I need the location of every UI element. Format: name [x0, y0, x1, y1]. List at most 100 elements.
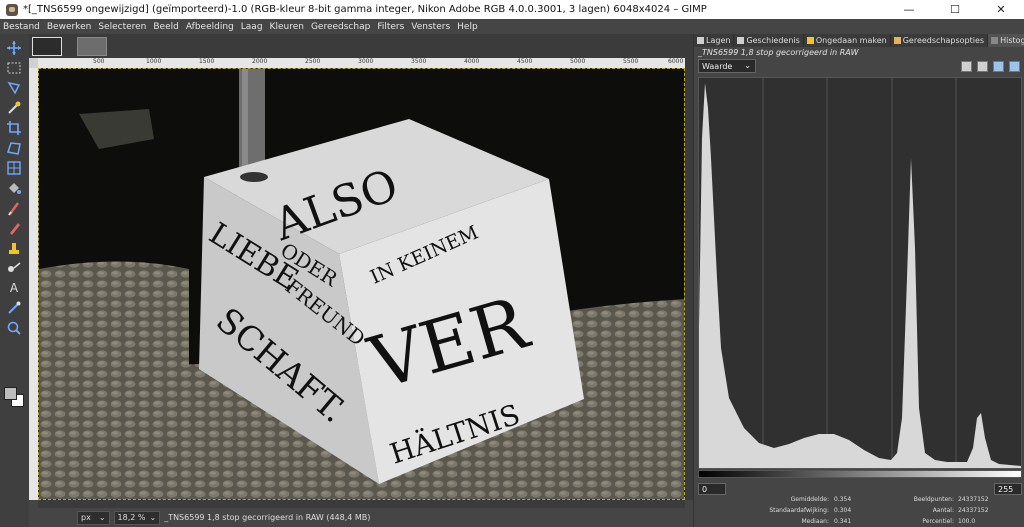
ruler-label: 6000 — [668, 58, 684, 65]
status-bar: px ⌄ 18,2 % ⌄ _TNS6599 1,8 stop gecorrigee… — [29, 508, 693, 527]
image-tab-thumbnail-1[interactable] — [32, 37, 62, 56]
window-titlebar: *[_TNS6599 ongewijzigd] (geïmporteerd)-1… — [0, 0, 1024, 19]
percentile-value: 100.0 — [958, 518, 976, 525]
layers-icon — [697, 37, 704, 44]
tab-label: Ongedaan maken — [815, 36, 887, 45]
eraser-icon[interactable] — [5, 220, 23, 236]
menu-beeld[interactable]: Beeld — [153, 22, 178, 32]
tab-history[interactable]: Geschiedenis — [734, 34, 804, 47]
percentile-label: Percentiel: — [922, 518, 954, 525]
warp-transform-icon[interactable] — [5, 160, 23, 176]
tab-histogram[interactable]: Histogram — [988, 34, 1024, 47]
channel-value: Waarde — [702, 61, 733, 71]
tab-label: Gereedschapsopties — [902, 36, 985, 45]
foreground-color-swatch[interactable] — [4, 387, 17, 400]
menu-selecteren[interactable]: Selecteren — [98, 22, 146, 32]
range-start-value: 0 — [702, 484, 708, 494]
pixels-label: Beeldpunten: — [913, 496, 954, 503]
status-message: _TNS6599 1,8 stop gecorrigeerd in RAW (4… — [164, 513, 371, 522]
range-end-field[interactable]: 255 — [994, 483, 1022, 495]
vertical-ruler[interactable] — [29, 68, 38, 500]
horizontal-scrollbar[interactable] — [38, 500, 685, 508]
menu-help[interactable]: Help — [457, 22, 478, 32]
menu-bewerken[interactable]: Bewerken — [47, 22, 91, 32]
linear-histogram-icon[interactable] — [993, 61, 1004, 72]
channel-select[interactable]: Waarde ⌄ — [698, 59, 756, 73]
image-tab-thumbnail-2[interactable] — [77, 37, 107, 56]
smudge-icon[interactable] — [5, 260, 23, 276]
history-icon — [737, 37, 745, 44]
bucket-fill-icon[interactable] — [5, 180, 23, 196]
histogram-icon — [991, 37, 999, 44]
move-tool-icon[interactable] — [5, 40, 23, 56]
mean-label: Gemiddelde: — [790, 496, 829, 503]
unit-value: px — [81, 513, 91, 522]
tab-label: Histogram — [1000, 36, 1024, 45]
menu-vensters[interactable]: Vensters — [411, 22, 450, 32]
zoom-tool-icon[interactable] — [5, 320, 23, 336]
horizontal-ruler[interactable]: 500 1000 1500 2000 2500 3000 3500 4000 4… — [38, 58, 685, 68]
paintbrush-icon[interactable] — [5, 200, 23, 216]
range-end-value: 255 — [998, 484, 1014, 494]
histogram-graph[interactable] — [698, 77, 1022, 469]
ruler-label: 4500 — [517, 58, 533, 65]
toolbox: A — [0, 34, 29, 527]
ruler-label: 2500 — [305, 58, 321, 65]
ruler-corner[interactable] — [29, 58, 38, 68]
chevron-down-icon: ⌄ — [744, 61, 751, 70]
mean-value: 0.354 — [834, 496, 852, 503]
chevron-down-icon: ⌄ — [149, 513, 157, 522]
histogram-stats: Gemiddelde: 0.354 Standaardafwijking: 0.… — [694, 496, 1024, 526]
rect-select-icon[interactable] — [5, 60, 23, 76]
menu-kleuren[interactable]: Kleuren — [270, 22, 304, 32]
clone-stamp-icon[interactable] — [5, 240, 23, 256]
ruler-label: 2000 — [252, 58, 268, 65]
chevron-down-icon: ⌄ — [98, 513, 106, 522]
zoom-value: 18,2 % — [117, 513, 146, 522]
menu-filters[interactable]: Filters — [377, 22, 404, 32]
menu-gereedschap[interactable]: Gereedschap — [311, 22, 370, 32]
color-picker-icon[interactable] — [5, 300, 23, 316]
close-button[interactable]: ✕ — [978, 0, 1024, 19]
fuzzy-select-icon[interactable] — [5, 100, 23, 116]
median-label: Mediaan: — [801, 518, 829, 525]
menu-bestand[interactable]: Bestand — [3, 22, 40, 32]
image-canvas[interactable]: ALSO LIEBE ODER FREUND SCHAFT. IN KEINEM… — [38, 68, 685, 500]
zoom-select[interactable]: 18,2 % ⌄ — [113, 510, 161, 525]
maximize-button[interactable]: ☐ — [932, 0, 978, 19]
count-value: 24337152 — [958, 507, 989, 514]
tab-undo[interactable]: Ongedaan maken — [804, 34, 891, 47]
unified-transform-icon[interactable] — [5, 140, 23, 156]
menu-bar: Bestand Bewerken Selecteren Beeld Afbeel… — [0, 19, 1024, 34]
active-layer-name: _TNS6599 1,8 stop gecorrigeerd in RAW — [698, 48, 859, 57]
range-row: 0 255 — [698, 483, 1022, 497]
tab-tool-options[interactable]: Gereedschapsopties — [891, 34, 989, 47]
median-value: 0.341 — [834, 518, 852, 525]
crop-tool-icon[interactable] — [5, 120, 23, 136]
free-select-icon[interactable] — [5, 80, 23, 96]
text-tool-icon[interactable]: A — [5, 280, 23, 296]
ruler-label: 5000 — [570, 58, 586, 65]
right-dock: Lagen Geschiedenis Ongedaan maken Gereed… — [693, 34, 1024, 527]
ruler-label: 3000 — [358, 58, 374, 65]
count-label: Aantal: — [932, 507, 954, 514]
undo-icon — [806, 37, 814, 44]
range-start-field[interactable]: 0 — [698, 483, 726, 495]
photo-artwork: ALSO LIEBE ODER FREUND SCHAFT. IN KEINEM… — [39, 69, 684, 499]
image-tabs-bar: ⊗ — [29, 34, 693, 58]
value-gradient-bar — [698, 470, 1022, 478]
histogram-scale-buttons — [956, 61, 1020, 72]
ruler-label: 1500 — [199, 58, 215, 65]
window-title: *[_TNS6599 ongewijzigd] (geïmporteerd)-1… — [23, 4, 707, 15]
fg-bg-colors[interactable] — [3, 386, 27, 408]
linear-scale-icon[interactable] — [961, 61, 972, 72]
tab-layers[interactable]: Lagen — [694, 34, 735, 47]
stddev-value: 0.304 — [834, 507, 852, 514]
log-scale-icon[interactable] — [977, 61, 988, 72]
unit-select[interactable]: px ⌄ — [77, 510, 110, 525]
log-histogram-icon[interactable] — [1009, 61, 1020, 72]
menu-afbeelding[interactable]: Afbeelding — [186, 22, 234, 32]
minimize-button[interactable]: — — [886, 0, 932, 19]
menu-laag[interactable]: Laag — [241, 22, 263, 32]
vertical-scrollbar[interactable] — [685, 58, 693, 500]
